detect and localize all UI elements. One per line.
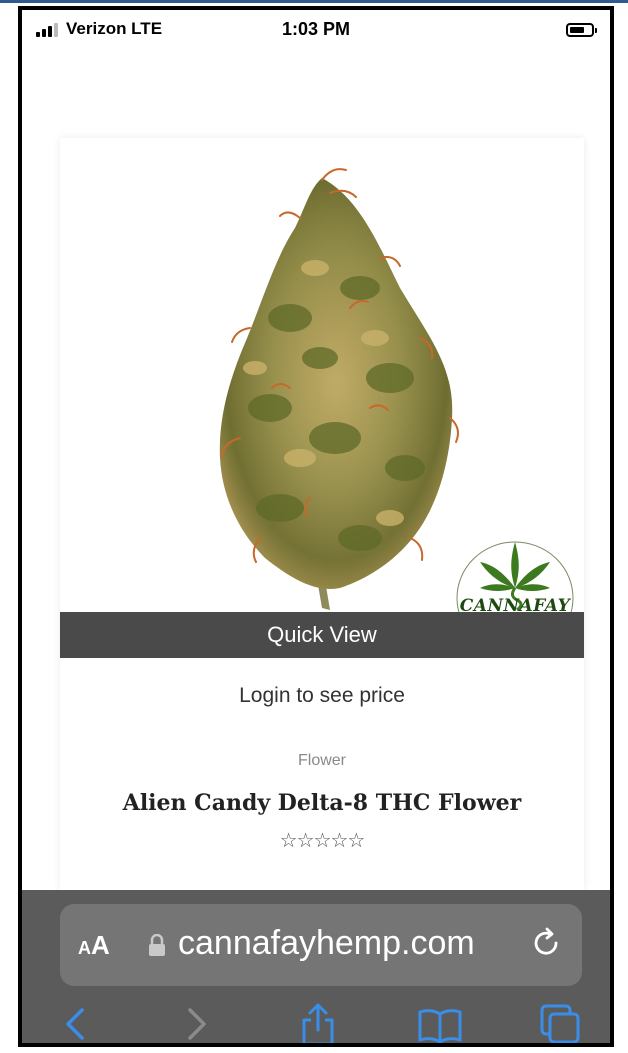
lock-icon <box>149 934 165 956</box>
back-icon[interactable] <box>52 1002 100 1046</box>
status-time: 1:03 PM <box>281 19 351 39</box>
product-title[interactable]: Alien Candy Delta-8 THC Flower <box>60 790 584 816</box>
product-image[interactable]: CANNAFAY CANNA FEEL THE DIFFERENCE Quick… <box>60 138 584 658</box>
product-card[interactable]: CANNAFAY CANNA FEEL THE DIFFERENCE Quick… <box>60 138 584 890</box>
battery-level <box>570 27 584 33</box>
rating-stars: ☆☆☆☆☆ <box>279 830 366 852</box>
top-border <box>0 0 628 3</box>
quick-view-button[interactable]: Quick View <box>60 612 584 658</box>
reload-icon[interactable] <box>530 926 564 960</box>
url-text[interactable]: cannafayhemp.com <box>178 924 475 963</box>
bookmarks-icon[interactable] <box>416 1002 464 1046</box>
login-to-see-price-link[interactable]: Login to see price <box>60 684 584 708</box>
status-bar: Verizon LTE 1:03 PM <box>22 10 610 50</box>
forward-icon[interactable] <box>172 1002 220 1046</box>
address-bar[interactable]: AA cannafayhemp.com <box>60 904 582 986</box>
battery-icon <box>566 23 597 37</box>
phone-screen: Verizon LTE 1:03 PM CANNAFAY Quick View … <box>18 6 614 1047</box>
tabs-icon[interactable] <box>536 1002 584 1046</box>
browser-toolbar: AA cannafayhemp.com <box>22 890 610 1046</box>
product-category[interactable]: Flower <box>60 752 584 770</box>
text-size-button[interactable]: AA <box>78 930 110 961</box>
share-icon[interactable] <box>294 1002 342 1046</box>
